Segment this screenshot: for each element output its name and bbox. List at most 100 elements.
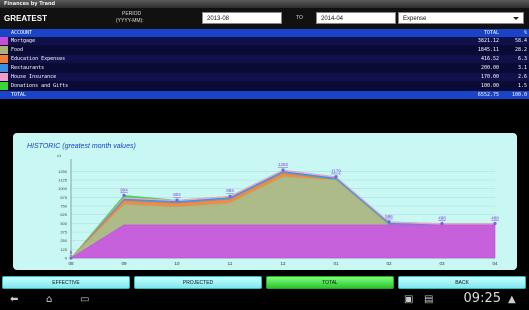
account-pct: 28.2 [514,47,527,53]
status-clock: 09:25 [463,291,501,306]
x-tick-label: 08 [68,261,74,266]
to-label: TO [296,15,303,21]
account-pct: 3.1 [517,65,527,71]
data-label: 1262 [278,162,289,167]
gallery-icon[interactable]: ▤ [424,294,433,305]
y-tick-label: 1000 [58,186,68,191]
page-title: GREATEST [4,14,47,23]
chevron-down-icon [513,17,519,20]
chart-svg: HISTORIC (greatest month values)x1012525… [27,143,499,266]
account-name: Donations and Gifts [11,83,69,89]
account-name: Restaurants [11,65,45,71]
account-pct: 1.5 [517,83,527,89]
y-tick-label: 250 [60,238,67,243]
x-tick-label: 01 [333,261,339,266]
y-tick-label: 875 [60,195,67,200]
data-point [281,168,285,172]
period-label: PERIOD (YYYY-MM): [116,11,144,25]
y-tick-label: 0 [65,256,68,261]
data-label: 498 [491,215,499,220]
data-point [228,194,232,198]
data-point [387,220,391,224]
table-row[interactable]: Mortgage 3821.12 58.4 [0,37,529,45]
account-name: House Insurance [11,74,57,80]
table-row[interactable]: Restaurants 200.00 3.1 [0,64,529,72]
window-title: Finances by Trand [0,0,529,8]
x-tick-label: 03 [439,261,445,266]
account-amount: 200.00 [480,65,499,71]
data-point [69,256,73,260]
period-format-text: (YYYY-MM): [116,18,144,24]
data-label: 0 [70,250,73,255]
data-label: 893 [226,188,234,193]
data-point [493,221,497,226]
data-point [122,193,126,197]
series-area-mortgage [69,224,496,259]
account-name: Mortgage [11,38,36,44]
projected-button[interactable]: PROJECTED [134,276,262,289]
account-amount: 3821.12 [477,38,499,44]
color-swatch [0,37,8,45]
column-account: ACCOUNT [11,30,33,36]
home-nav-icon[interactable]: ⌂ [46,294,52,305]
recent-apps-icon[interactable]: ▭ [80,294,89,305]
color-swatch [0,46,8,54]
y-tick-label: 500 [60,221,67,226]
historic-chart: HISTORIC (greatest month values) x1 0 125 25… [13,133,517,270]
color-swatch [0,73,8,81]
data-label: 596 [385,214,393,219]
total-pct: 100.0 [511,92,527,98]
data-label: 498 [438,215,446,220]
wifi-icon: ▲ [508,294,516,305]
y-tick-label: 1250 [58,169,68,174]
total-amount: 6552.75 [477,92,499,98]
table-row[interactable]: Food 1845.11 28.2 [0,46,529,54]
account-amount: 1845.11 [477,47,499,53]
effective-button[interactable]: EFFECTIVE [2,276,130,289]
type-select-value: Expense [403,16,427,22]
x-tick-label: 02 [386,261,392,266]
period-label-text: PERIOD [122,11,142,17]
data-point [175,198,179,202]
color-swatch [0,64,8,72]
x-tick-label: 12 [280,261,286,266]
to-date-field[interactable]: 2014-04 [316,12,396,24]
table-row[interactable]: Education Expenses 416.52 6.3 [0,55,529,63]
account-pct: 2.6 [517,74,527,80]
table-row[interactable]: Donations and Gifts 100.00 1.5 [0,82,529,90]
account-name: Education Expenses [11,56,66,62]
from-date-field[interactable]: 2013-08 [202,12,282,24]
data-point [440,221,444,226]
y-tick-label: 1125 [58,178,67,183]
account-pct: 6.3 [517,56,527,62]
account-pct: 58.4 [514,38,527,44]
data-label: 904 [120,187,128,192]
total-button[interactable]: TOTAL [266,276,394,289]
account-amount: 170.00 [480,74,499,80]
x-tick-label: 04 [492,261,498,266]
account-amount: 100.00 [480,83,499,89]
x-tick-label: 09 [121,261,127,266]
total-label: TOTAL [11,92,27,98]
back-nav-icon[interactable]: ⬅ [10,294,18,305]
y-tick-label: 375 [60,230,67,235]
x-tick-label: 10 [174,261,180,266]
back-button[interactable]: BACK [398,276,526,289]
color-swatch [0,82,8,90]
chart-title: HISTORIC (greatest month values) [27,143,136,150]
y-tick-label: 750 [60,204,67,209]
y-tick-label: 625 [60,212,67,217]
column-total: TOTAL [483,30,499,36]
table-total-row: TOTAL 6552.75 100.0 [0,91,529,99]
account-amount: 416.52 [480,56,499,62]
filter-header: GREATEST PERIOD (YYYY-MM): 2013-08 TO 20… [0,8,529,29]
y-unit-label: x1 [57,153,62,158]
y-tick-label: 125 [60,247,67,252]
type-select[interactable]: Expense [398,12,524,24]
table-header: ACCOUNT TOTAL % [0,29,529,37]
data-label: 1179 [331,169,341,174]
account-name: Food [11,47,24,53]
notification-icon[interactable]: ▣ [404,294,413,305]
summary-table: ACCOUNT TOTAL % Mortgage 3821.12 58.4 Food 1… [0,29,529,99]
table-row[interactable]: House Insurance 170.00 2.6 [0,73,529,81]
